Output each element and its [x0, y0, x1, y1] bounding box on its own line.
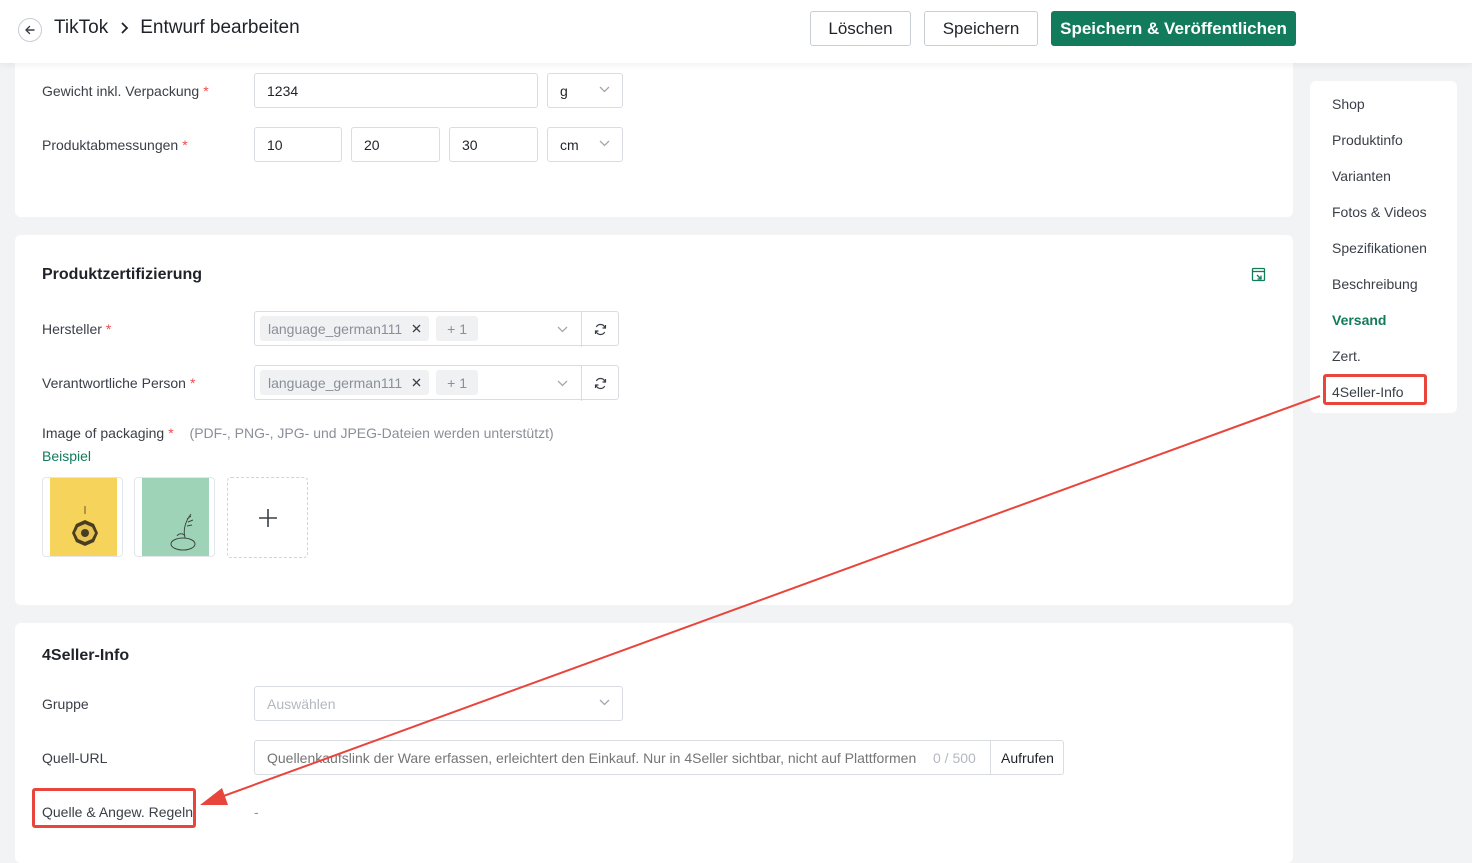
weight-unit-select[interactable]: g: [547, 73, 623, 108]
responsible-more-tag: + 1: [436, 370, 479, 395]
source-url-counter: 0 / 500: [933, 750, 976, 766]
manufacturer-label: Hersteller *: [42, 321, 111, 337]
close-icon[interactable]: [412, 324, 421, 333]
shipping-card: Gewicht inkl. Verpackung * 1234 g Produkt…: [15, 40, 1293, 217]
responsible-tag: language_german111: [260, 370, 430, 395]
source-rules-value: -: [254, 804, 259, 820]
refresh-button[interactable]: [581, 312, 618, 347]
nav-item-varianten[interactable]: Varianten: [1332, 168, 1391, 184]
refresh-icon: [594, 377, 606, 390]
breadcrumb-chevron-icon: [116, 21, 132, 35]
tag-label: language_german111: [268, 320, 403, 337]
seller-info-title: 4Seller-Info: [42, 647, 130, 664]
height-value: 30: [462, 136, 478, 153]
chevron-down-icon: [599, 86, 610, 93]
example-link[interactable]: Beispiel: [42, 448, 91, 464]
group-select[interactable]: Auswählen: [254, 686, 623, 721]
manufacturer-tag: language_german111: [260, 316, 430, 341]
chevron-down-icon: [557, 326, 568, 333]
nav-item-zert[interactable]: Zert.: [1332, 348, 1361, 364]
nav-item-beschreibung[interactable]: Beschreibung: [1332, 276, 1418, 292]
required-mark: *: [105, 321, 112, 337]
nav-item-4seller-info[interactable]: 4Seller-Info: [1332, 384, 1404, 400]
source-url-input[interactable]: [255, 741, 920, 774]
chevron-down-icon: [599, 699, 610, 706]
required-mark: *: [189, 375, 196, 391]
manufacturer-more-tag: + 1: [436, 316, 479, 341]
packaging-label-text: Image of packaging: [42, 425, 165, 441]
save-button[interactable]: Speichern: [924, 11, 1038, 46]
back-button[interactable]: [18, 18, 42, 42]
certification-card: Produktzertifizierung Hersteller * langua…: [15, 235, 1293, 605]
length-value: 10: [267, 136, 283, 153]
packaging-image-yellow[interactable]: [42, 477, 123, 557]
nav-item-spezifikationen[interactable]: Spezifikationen: [1332, 240, 1427, 256]
responsible-label-text: Verantwortliche Person: [42, 375, 186, 391]
back-arrow-icon: [25, 25, 35, 35]
group-label: Gruppe: [42, 696, 89, 712]
dimensions-label: Produktabmessungen *: [42, 137, 188, 153]
packaging-hint: (PDF-, PNG-, JPG- und JPEG-Dateien werde…: [189, 425, 554, 441]
refresh-icon: [594, 323, 606, 336]
certification-title: Produktzertifizierung: [42, 266, 203, 283]
weight-input[interactable]: 1234: [254, 73, 538, 108]
packaging-image-label: Image of packaging * (PDF-, PNG-, JPG- un…: [42, 425, 554, 441]
chevron-down-icon: [557, 380, 568, 387]
dimension-unit-select[interactable]: cm: [547, 127, 623, 162]
upload-image-button[interactable]: [227, 477, 308, 558]
weight-value: 1234: [267, 82, 299, 99]
save-publish-button[interactable]: Speichern & Veröffentlichen: [1051, 11, 1296, 46]
height-input[interactable]: 30: [449, 127, 538, 162]
group-placeholder: Auswählen: [267, 695, 336, 712]
required-mark: *: [182, 137, 188, 153]
packaging-image-green[interactable]: [134, 477, 215, 557]
nav-item-produktinfo[interactable]: Produktinfo: [1332, 132, 1403, 148]
required-mark: *: [203, 83, 209, 99]
weight-label: Gewicht inkl. Verpackung *: [42, 83, 209, 99]
width-value: 20: [364, 136, 380, 153]
dimension-unit-value: cm: [560, 136, 579, 153]
page-title: Entwurf bearbeiten: [140, 17, 300, 38]
breadcrumb-root[interactable]: TikTok: [54, 17, 108, 39]
responsible-person-select[interactable]: language_german111 + 1: [254, 365, 619, 401]
width-input[interactable]: 20: [351, 127, 440, 162]
manufacturer-select[interactable]: language_german111 + 1: [254, 311, 619, 347]
manufacturer-label-text: Hersteller: [42, 321, 102, 337]
close-icon[interactable]: [412, 378, 421, 387]
open-url-button[interactable]: Aufrufen: [990, 741, 1064, 774]
section-nav: Shop Produktinfo Varianten Fotos & Video…: [1310, 81, 1457, 413]
weight-unit-value: g: [560, 82, 568, 99]
dimensions-label-text: Produktabmessungen: [42, 137, 179, 153]
nav-item-versand[interactable]: Versand: [1332, 312, 1386, 328]
top-header: TikTok Entwurf bearbeiten Löschen Speich…: [0, 0, 1472, 63]
nav-item-fotos-videos[interactable]: Fotos & Videos: [1332, 204, 1427, 220]
plus-icon: [258, 508, 277, 527]
tag-label: language_german111: [268, 374, 403, 391]
seller-info-card: 4Seller-Info Gruppe Auswählen Quell-URL …: [15, 623, 1293, 863]
source-url-label: Quell-URL: [42, 750, 108, 766]
source-url-field: 0 / 500 Aufrufen: [254, 740, 1064, 775]
responsible-person-label: Verantwortliche Person *: [42, 375, 195, 391]
delete-button[interactable]: Löschen: [810, 11, 911, 46]
source-rules-label: Quelle & Angew. Regeln: [42, 804, 193, 820]
export-icon[interactable]: [1251, 267, 1266, 287]
length-input[interactable]: 10: [254, 127, 342, 162]
chevron-down-icon: [599, 140, 610, 147]
refresh-button[interactable]: [581, 366, 618, 401]
breadcrumb: TikTok Entwurf bearbeiten: [54, 17, 300, 39]
required-mark: *: [168, 425, 174, 441]
nav-item-shop[interactable]: Shop: [1332, 96, 1365, 112]
weight-label-text: Gewicht inkl. Verpackung: [42, 83, 200, 99]
